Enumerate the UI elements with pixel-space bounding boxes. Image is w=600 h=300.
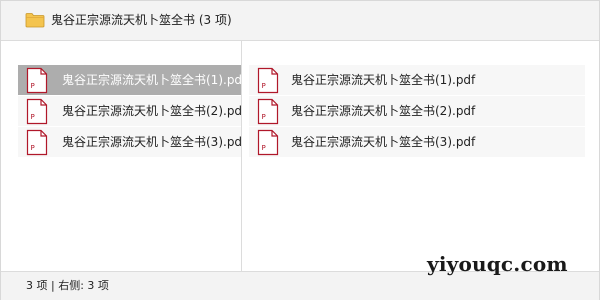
left-file-name: 鬼谷正宗源流天机卜筮全书(2).pdf (62, 104, 242, 118)
left-file-row-2[interactable]: P 鬼谷正宗源流天机卜筮全书(2).pdf (18, 96, 241, 126)
right-file-list: P 鬼谷正宗源流天机卜筮全书(1).pdf P 鬼谷正宗源流天机卜筮全书(2).… (249, 65, 585, 158)
left-pane[interactable]: P 鬼谷正宗源流天机卜筮全书(1).pdf P 鬼谷正宗源流天机卜筮全书(2).… (1, 41, 242, 271)
svg-text:P: P (31, 144, 35, 152)
svg-text:P: P (31, 113, 35, 121)
pdf-file-icon: P (257, 98, 279, 125)
left-file-list: P 鬼谷正宗源流天机卜筮全书(1).pdf P 鬼谷正宗源流天机卜筮全书(2).… (18, 65, 241, 158)
pdf-file-icon: P (26, 129, 48, 156)
svg-text:P: P (262, 144, 266, 152)
file-browser-window: 鬼谷正宗源流天机卜筮全书 (3 项) P 鬼谷正宗源流天机卜筮全书(1).pdf… (0, 0, 600, 300)
right-file-name: 鬼谷正宗源流天机卜筮全书(2).pdf (291, 104, 476, 118)
status-text: 3 项 | 右侧: 3 项 (26, 279, 109, 292)
left-file-name: 鬼谷正宗源流天机卜筮全书(3).pdf (62, 135, 242, 149)
right-file-name: 鬼谷正宗源流天机卜筮全书(3).pdf (291, 135, 476, 149)
svg-text:P: P (262, 82, 266, 90)
left-file-name: 鬼谷正宗源流天机卜筮全书(1).pdf (62, 73, 242, 87)
window-title: 鬼谷正宗源流天机卜筮全书 (3 项) (51, 13, 232, 27)
right-pane[interactable]: P 鬼谷正宗源流天机卜筮全书(1).pdf P 鬼谷正宗源流天机卜筮全书(2).… (242, 41, 599, 271)
watermark: yiyouqc.com (427, 252, 568, 276)
title-bar: 鬼谷正宗源流天机卜筮全书 (3 项) (1, 1, 599, 41)
svg-text:P: P (31, 82, 35, 90)
right-file-row-1[interactable]: P 鬼谷正宗源流天机卜筮全书(1).pdf (249, 65, 585, 95)
folder-icon (25, 13, 45, 28)
pdf-file-icon: P (26, 98, 48, 125)
left-file-row-3[interactable]: P 鬼谷正宗源流天机卜筮全书(3).pdf (18, 127, 241, 157)
right-file-row-2[interactable]: P 鬼谷正宗源流天机卜筮全书(2).pdf (249, 96, 585, 126)
left-file-row-1[interactable]: P 鬼谷正宗源流天机卜筮全书(1).pdf (18, 65, 241, 95)
svg-text:P: P (262, 113, 266, 121)
pdf-file-icon: P (257, 67, 279, 94)
pdf-file-icon: P (26, 67, 48, 94)
pdf-file-icon: P (257, 129, 279, 156)
right-file-row-3[interactable]: P 鬼谷正宗源流天机卜筮全书(3).pdf (249, 127, 585, 157)
right-file-name: 鬼谷正宗源流天机卜筮全书(1).pdf (291, 73, 476, 87)
